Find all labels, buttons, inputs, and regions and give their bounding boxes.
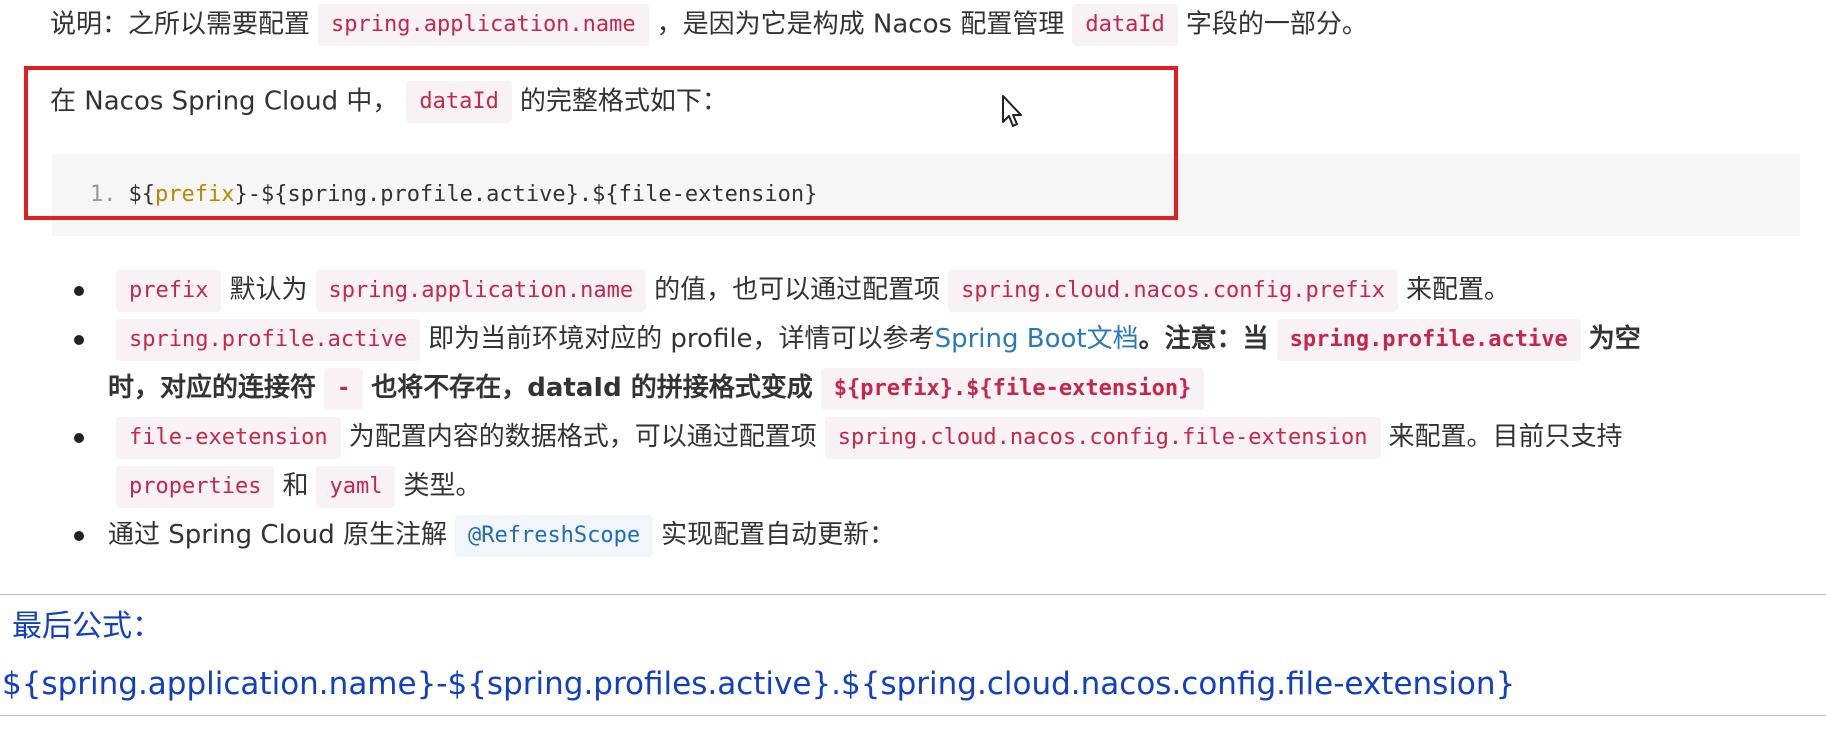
inline-code: spring.profile.active: [1276, 318, 1581, 361]
inline-code: spring.cloud.nacos.config.prefix: [948, 269, 1398, 312]
item-text: 为配置内容的数据格式，可以通过配置项: [348, 422, 817, 452]
inline-code: spring.profile.active: [116, 318, 421, 361]
item-text-bold: 也将不存在，dataId 的拼接格式变成: [371, 373, 813, 403]
item-text: 通过 Spring Cloud 原生注解: [108, 520, 447, 550]
list-item-line: file-exetension 为配置内容的数据格式，可以通过配置项 spring.…: [108, 413, 1826, 462]
item-text: 实现配置自动更新：: [661, 520, 896, 550]
item-text: 默认为: [229, 275, 308, 305]
item-text: 来配置。目前只支持: [1388, 422, 1623, 452]
inline-code: spring.application.name: [315, 269, 647, 312]
list-item: file-exetension 为配置内容的数据格式，可以通过配置项 spring.…: [0, 413, 1826, 511]
inline-code-application-name: spring.application.name: [318, 4, 649, 46]
mouse-cursor-icon: [1002, 95, 1022, 127]
list-item: 通过 Spring Cloud 原生注解 @RefreshScope 实现配置自动更…: [0, 511, 1826, 560]
item-text: 类型。: [403, 471, 482, 501]
item-text: 和: [282, 471, 309, 501]
item-text-bold: 时，对应的连接符: [108, 373, 317, 403]
inline-code: prefix: [116, 269, 222, 312]
formula-label: 最后公式：: [12, 609, 162, 644]
divider: [0, 594, 1826, 595]
inline-code: file-exetension: [116, 416, 341, 459]
inline-code: yaml: [316, 465, 396, 508]
inline-code: properties: [116, 465, 275, 508]
item-text-bold: 为空: [1588, 324, 1641, 354]
spring-boot-docs-link[interactable]: Spring Boot文档: [935, 324, 1139, 354]
formula-text: ${spring.application.name}-${spring.prof…: [2, 666, 1516, 702]
item-text-bold: 。注意：当: [1138, 324, 1269, 354]
inline-code-annotation: @RefreshScope: [454, 514, 654, 557]
list-item: spring.profile.active 即为当前环境对应的 profile，详…: [0, 315, 1826, 413]
item-text: 来配置。: [1406, 275, 1511, 305]
item-text: 的值，也可以通过配置项: [654, 275, 941, 305]
highlight-box: [24, 66, 1178, 220]
inline-code-dataid: dataId: [1072, 4, 1178, 46]
inline-code: -: [324, 367, 364, 410]
inline-code: spring.cloud.nacos.config.file-extension: [824, 416, 1381, 459]
inline-code: ${prefix}.${file-extension}: [820, 367, 1205, 410]
list-item-line: 时，对应的连接符 - 也将不存在，dataId 的拼接格式变成 ${prefix}.$…: [108, 364, 1826, 413]
bullet-list: prefix 默认为 spring.application.name 的值，也可以通过…: [0, 266, 1826, 560]
divider: [0, 715, 1826, 716]
list-item-line: properties 和 yaml 类型。: [108, 462, 1826, 511]
list-item-line: spring.profile.active 即为当前环境对应的 profile，详…: [108, 315, 1826, 364]
note-suffix: 字段的一部分。: [1185, 9, 1368, 40]
note-prefix: 说明：之所以需要配置: [50, 9, 311, 40]
note-middle: ，是因为它是构成 Nacos 配置管理: [656, 9, 1065, 40]
item-text: 即为当前环境对应的 profile，详情可以参考: [428, 324, 935, 354]
list-item: prefix 默认为 spring.application.name 的值，也可以通过…: [0, 266, 1826, 315]
note-paragraph: 说明：之所以需要配置 spring.application.name ，是因为它是构…: [50, 4, 1368, 46]
